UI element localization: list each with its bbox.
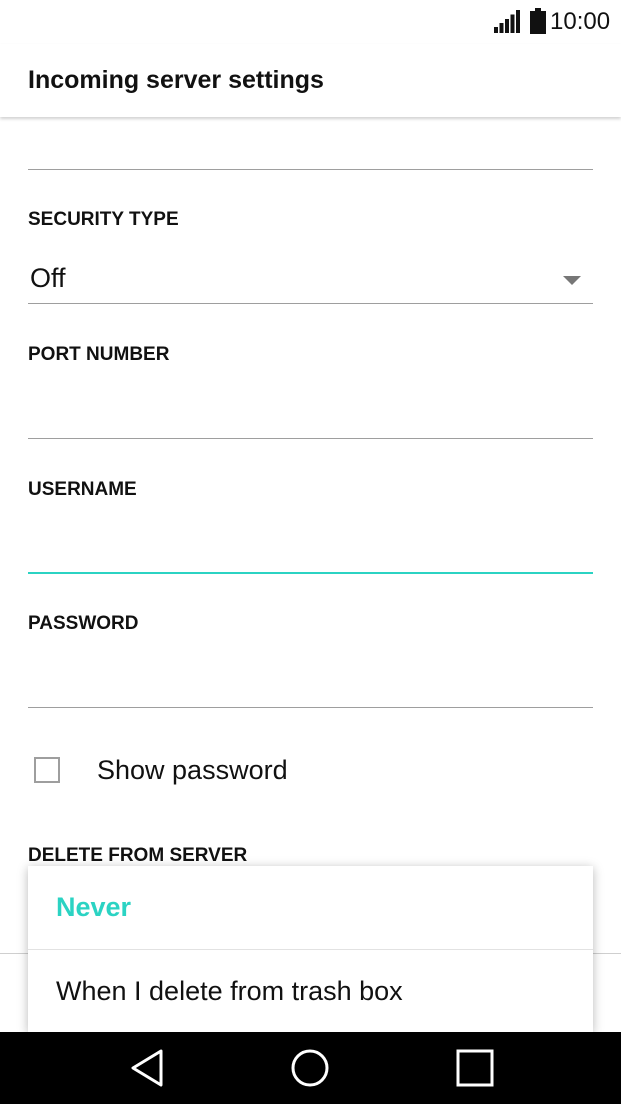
battery-icon: [530, 8, 546, 34]
security-type-underline: [28, 303, 593, 304]
navigation-bar: [0, 1032, 621, 1104]
username-label: USERNAME: [28, 479, 137, 500]
signal-icon: [494, 10, 520, 33]
password-input[interactable]: [28, 657, 593, 707]
page-title: Incoming server settings: [28, 66, 324, 94]
home-icon[interactable]: [288, 1046, 332, 1090]
status-time: 10:00: [550, 8, 611, 35]
dropdown-option-never[interactable]: Never: [28, 866, 593, 949]
password-label: PASSWORD: [28, 613, 139, 634]
security-type-label: SECURITY TYPE: [28, 209, 179, 230]
port-number-input[interactable]: [28, 388, 593, 438]
username-input[interactable]: [28, 522, 593, 572]
show-password-checkbox[interactable]: [34, 757, 60, 783]
dropdown-option-label: When I delete from trash box: [56, 976, 403, 1006]
app-bar: Incoming server settings: [0, 44, 621, 117]
username-underline: [28, 572, 593, 574]
dropdown-option-label: Never: [56, 892, 132, 922]
password-underline: [28, 707, 593, 708]
dropdown-option-when-deleted-from-trash[interactable]: When I delete from trash box: [28, 950, 593, 1033]
screen: 10:00 Incoming server settings SECURITY …: [0, 0, 621, 1104]
show-password-label[interactable]: Show password: [97, 755, 288, 786]
back-icon[interactable]: [126, 1046, 170, 1090]
recents-icon[interactable]: [453, 1046, 497, 1090]
security-type-select[interactable]: [28, 250, 593, 304]
status-bar: 10:00: [0, 0, 621, 44]
security-type-value: Off: [30, 263, 66, 293]
chevron-down-icon: [563, 276, 581, 285]
port-number-underline: [28, 438, 593, 439]
port-number-label: PORT NUMBER: [28, 344, 170, 365]
server-field-underline: [28, 169, 593, 170]
delete-from-server-dropdown: Never When I delete from trash box: [28, 866, 593, 1032]
delete-from-server-label: DELETE FROM SERVER: [28, 845, 248, 866]
